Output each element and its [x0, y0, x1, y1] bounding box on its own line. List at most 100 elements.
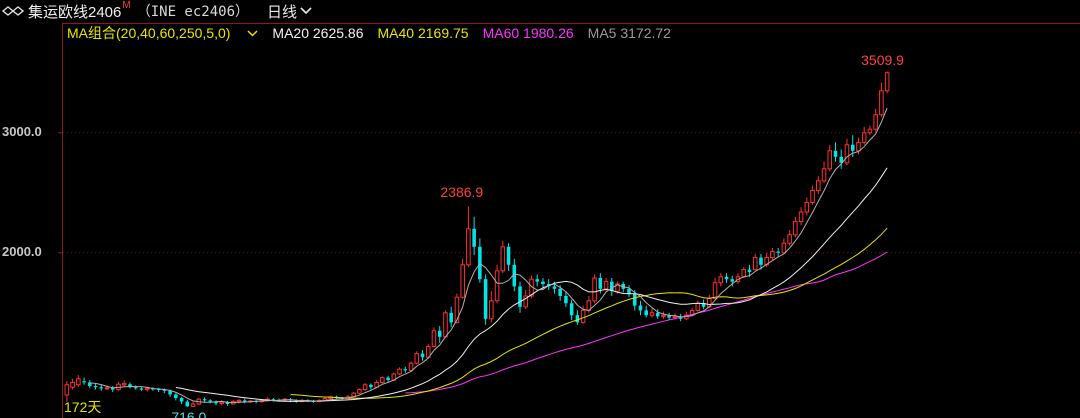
candle-down: [369, 384, 373, 388]
candle-up: [580, 309, 586, 323]
candle-down: [564, 296, 568, 304]
candle-up: [856, 141, 861, 152]
candle-down: [82, 381, 86, 383]
candle-up: [861, 132, 867, 143]
candle-down: [139, 388, 144, 390]
candle-down: [655, 312, 660, 317]
candle-up: [810, 189, 815, 203]
candle-down: [833, 150, 838, 157]
candle-down: [598, 278, 603, 289]
candle-down: [449, 312, 453, 323]
candle-up: [414, 353, 420, 364]
candle-up: [592, 277, 597, 302]
candle-down: [99, 387, 104, 389]
candle-up: [219, 401, 225, 404]
chart-window: 集运欧线2406 M （INE ec2406） 日线 MA组合(20,40,60…: [0, 0, 1080, 418]
candle-up: [649, 312, 655, 316]
candle-up: [466, 228, 471, 266]
candle-up: [879, 90, 884, 116]
ma40-line: [290, 227, 888, 399]
candle-up: [816, 180, 821, 191]
candle-down: [202, 399, 207, 401]
candle-down: [558, 288, 562, 296]
candle-up: [827, 150, 833, 170]
candle-down: [747, 269, 752, 272]
candle-up: [793, 221, 798, 236]
candle-up: [236, 399, 242, 403]
candle-up: [454, 296, 460, 323]
candle-up: [712, 282, 718, 299]
candle-up: [798, 211, 804, 223]
candle-up: [460, 264, 465, 298]
candle-up: [873, 114, 878, 130]
candle-down: [93, 386, 98, 388]
candle-up: [190, 403, 196, 407]
candle-down: [730, 279, 735, 282]
candle-down: [518, 286, 522, 307]
candle-up: [752, 257, 758, 271]
candle-up: [431, 330, 437, 347]
candle-up: [70, 381, 75, 388]
candle-up: [500, 246, 506, 272]
candle-up: [494, 270, 500, 302]
candle-up: [104, 387, 110, 390]
candle-up: [603, 281, 609, 290]
candle-up: [781, 242, 787, 254]
candle-up: [770, 251, 775, 259]
candle-down: [386, 377, 390, 380]
candle-up: [408, 362, 414, 371]
candle-down: [133, 387, 138, 389]
candle-up: [804, 201, 810, 213]
candle-down: [644, 310, 648, 316]
candle-up: [397, 368, 402, 375]
candle-down: [403, 369, 408, 371]
ma5-line: [89, 107, 888, 404]
candle-up: [489, 300, 494, 320]
candle-up: [144, 387, 150, 391]
candle-down: [850, 144, 855, 151]
candle-down: [638, 305, 643, 311]
candle-up: [867, 128, 873, 134]
candle-up: [844, 144, 850, 164]
candle-down: [185, 401, 190, 407]
candle-down: [552, 286, 557, 289]
candle-up: [121, 383, 127, 386]
candle-up: [443, 312, 448, 338]
candle-up: [884, 72, 890, 92]
candle-up: [661, 314, 666, 317]
high-price-label: 3509.9: [861, 51, 904, 68]
local-high-label: 2386.9: [440, 184, 484, 201]
candle-up: [695, 302, 701, 311]
candle-down: [420, 353, 425, 358]
candle-down: [483, 279, 488, 319]
candle-up: [718, 276, 724, 284]
candle-up: [787, 234, 792, 244]
candle-up: [380, 377, 385, 383]
candle-up: [741, 269, 747, 278]
candle-down: [575, 315, 580, 323]
candle-down: [242, 400, 247, 402]
candle-up: [64, 384, 70, 396]
candle-down: [541, 281, 545, 284]
candle-up: [672, 315, 678, 319]
candle-down: [627, 288, 631, 294]
candle-down: [208, 400, 213, 402]
candle-down: [759, 257, 763, 265]
candle-down: [506, 246, 511, 265]
candle-down: [179, 398, 184, 402]
ma60-line: [405, 251, 888, 394]
candle-up: [821, 168, 827, 182]
candle-up: [362, 384, 368, 391]
candle-down: [174, 394, 178, 398]
candle-down: [437, 330, 442, 337]
candle-up: [76, 378, 81, 386]
candle-down: [569, 303, 574, 316]
day-count: 172天: [64, 399, 102, 415]
candle-down: [535, 279, 540, 282]
candle-down: [472, 228, 476, 247]
candle-down: [724, 276, 729, 280]
low-price-label: 716.0: [171, 408, 207, 418]
candle-up: [357, 389, 362, 394]
candle-down: [776, 251, 780, 253]
candle-down: [632, 293, 637, 306]
